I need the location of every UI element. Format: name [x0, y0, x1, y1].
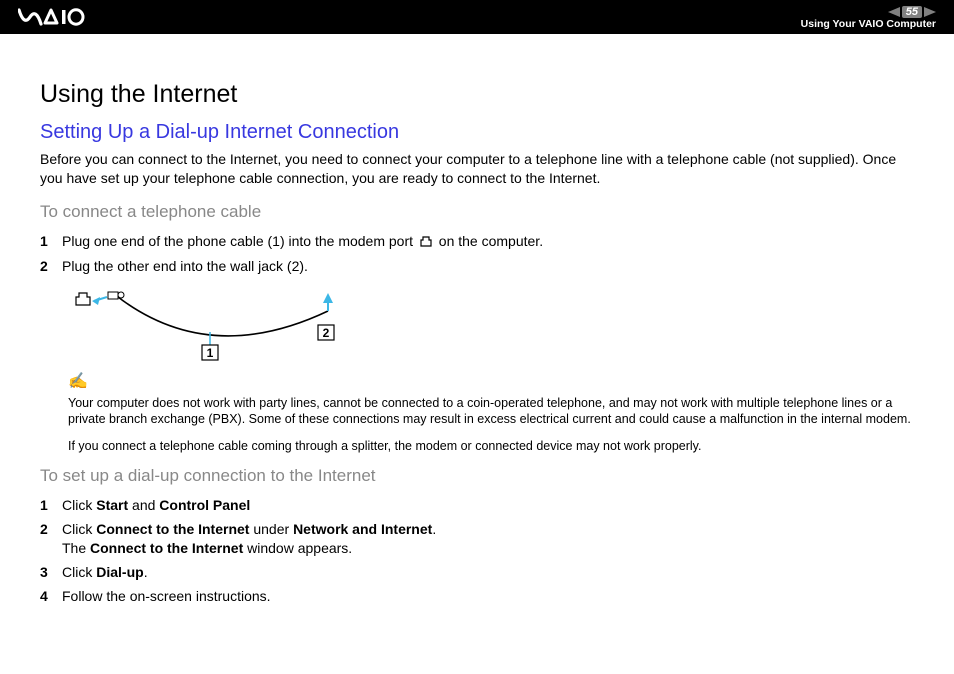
step-number: 2 [40, 257, 62, 276]
page-number: 55 [902, 6, 922, 18]
bold-text: Connect to the Internet [90, 540, 243, 556]
text-fragment: on the computer. [435, 233, 543, 249]
step-number: 1 [40, 496, 62, 515]
next-arrow-icon[interactable] [924, 7, 936, 17]
list-item: 3Click Dial-up. [40, 563, 914, 582]
cable-diagram: 1 2 [70, 287, 350, 362]
subsection-a: To connect a telephone cable [40, 202, 914, 222]
step-number: 2 [40, 520, 62, 539]
header-bar: 55 Using Your VAIO Computer [0, 0, 954, 34]
note-icon: ✍ [68, 372, 914, 393]
diagram-label-1: 1 [207, 346, 214, 360]
note-text: If you connect a telephone cable coming … [68, 438, 914, 454]
list-item: 2Click Connect to the Internet under Net… [40, 520, 914, 558]
bold-text: Start [96, 497, 128, 513]
section-heading: Setting Up a Dial-up Internet Connection [40, 121, 914, 144]
bold-text: Control Panel [159, 497, 250, 513]
list-item: 1 Plug one end of the phone cable (1) in… [40, 232, 914, 252]
step-text: Follow the on-screen instructions. [62, 587, 914, 606]
header-subtitle: Using Your VAIO Computer [801, 19, 936, 31]
page-navigation: 55 [888, 6, 936, 18]
step-number: 1 [40, 232, 62, 251]
steps-list-b: 1Click Start and Control Panel2Click Con… [40, 496, 914, 605]
list-item: 2 Plug the other end into the wall jack … [40, 257, 914, 276]
diagram-label-2: 2 [323, 326, 330, 340]
step-text: Click Dial-up. [62, 563, 914, 582]
step-text: Click Start and Control Panel [62, 496, 914, 515]
subsection-b: To set up a dial-up connection to the In… [40, 466, 914, 486]
step-number: 4 [40, 587, 62, 606]
bold-text: Dial-up [96, 564, 143, 580]
page-content: Using the Internet Setting Up a Dial-up … [0, 34, 954, 605]
step-text: Click Connect to the Internet under Netw… [62, 520, 914, 558]
list-item: 1Click Start and Control Panel [40, 496, 914, 515]
intro-paragraph: Before you can connect to the Internet, … [40, 150, 914, 188]
step-text: Plug the other end into the wall jack (2… [62, 257, 914, 276]
modem-port-icon [419, 233, 433, 252]
list-item: 4Follow the on-screen instructions. [40, 587, 914, 606]
bold-text: Connect to the Internet [96, 521, 249, 537]
steps-list-a: 1 Plug one end of the phone cable (1) in… [40, 232, 914, 276]
header-right: 55 Using Your VAIO Computer [801, 4, 936, 31]
step-number: 3 [40, 563, 62, 582]
note-text: Your computer does not work with party l… [68, 395, 914, 428]
prev-arrow-icon[interactable] [888, 7, 900, 17]
step-text: Plug one end of the phone cable (1) into… [62, 232, 914, 252]
vaio-logo [18, 8, 110, 26]
text-fragment: Plug one end of the phone cable (1) into… [62, 233, 417, 249]
note-block: ✍ Your computer does not work with party… [68, 372, 914, 454]
page-title: Using the Internet [40, 80, 914, 109]
bold-text: Network and Internet [293, 521, 432, 537]
